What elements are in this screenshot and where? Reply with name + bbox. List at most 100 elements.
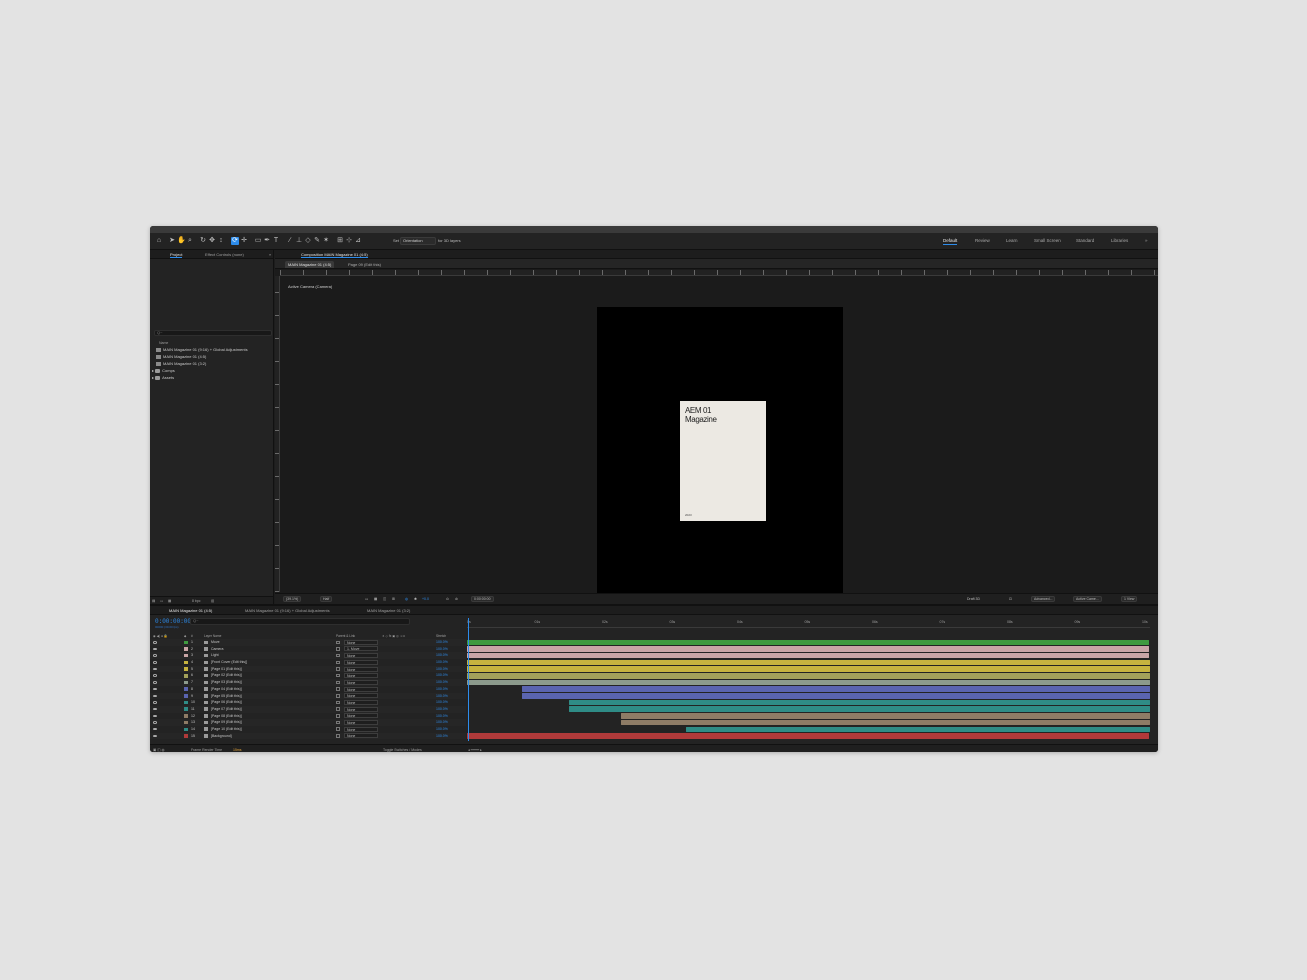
timeline-tab-9x16[interactable]: MAIN Magazine 01 (9:16) + Global Adjustm…: [245, 608, 330, 613]
zoom-slider[interactable]: ◂ ━━━━ ▸: [468, 748, 482, 752]
parent-select[interactable]: None: [344, 659, 378, 665]
roto-tool-icon[interactable]: ✎: [313, 237, 321, 245]
stretch-value[interactable]: 100.0%: [436, 639, 448, 646]
tab-composition[interactable]: Composition MAIN Magazine 01 (4:5): [301, 252, 368, 258]
active-camera-select[interactable]: Active Came...: [1073, 596, 1102, 602]
label-color-swatch[interactable]: [184, 700, 188, 705]
tab-project[interactable]: Project: [170, 252, 183, 258]
visibility-eye-icon[interactable]: [153, 667, 157, 671]
parent-select[interactable]: None: [344, 713, 378, 719]
transparency-grid-icon[interactable]: ▦: [374, 596, 377, 602]
parent-select[interactable]: None: [344, 686, 378, 692]
view-layout-select[interactable]: 1 View: [1121, 596, 1138, 602]
timeline-search-input[interactable]: Q~: [190, 618, 410, 625]
label-color-swatch[interactable]: [184, 707, 188, 711]
label-color-swatch[interactable]: [184, 640, 188, 645]
parent-select[interactable]: None: [344, 653, 378, 659]
stretch-value[interactable]: 100.0%: [436, 726, 448, 733]
layer-duration-bar[interactable]: [620, 713, 1150, 719]
layer-row[interactable]: 1 Move None 100.0%: [150, 639, 466, 646]
rotate-tool-icon[interactable]: ⟳: [231, 237, 239, 245]
layer-row[interactable]: 3 Light None 100.0%: [150, 652, 466, 660]
layer-name[interactable]: [Page 02 (Edit this)]: [211, 672, 242, 679]
shy-switch[interactable]: [336, 707, 340, 711]
home-icon[interactable]: ⌂: [155, 237, 163, 245]
layer-name[interactable]: Move: [211, 639, 220, 646]
visibility-eye-icon[interactable]: [153, 661, 157, 664]
layer-name[interactable]: [Page 03 (Edit this)]: [211, 679, 242, 686]
layer-duration-bar[interactable]: [521, 693, 1150, 699]
eraser-tool-icon[interactable]: ◇: [304, 237, 312, 245]
extended-viewer-icon[interactable]: ⊡: [1009, 596, 1012, 602]
layer-duration-bar[interactable]: [569, 706, 1150, 712]
project-item[interactable]: MAIN Magazine 01 (9:16) + Global Adjustm…: [156, 346, 272, 353]
layer-name[interactable]: [Page 08 (Edit this)]: [211, 713, 242, 720]
visibility-eye-icon[interactable]: [153, 727, 157, 731]
layer-row[interactable]: 11 [Page 07 (Edit this)] None 100.0%: [150, 705, 466, 713]
layer-switches-icon[interactable]: ▣ ◫ ◍: [153, 748, 165, 752]
shy-switch[interactable]: [336, 714, 340, 718]
project-item[interactable]: MAIN Magazine 01 (3:2): [156, 360, 272, 367]
current-time-field[interactable]: 0:00:00:00: [471, 596, 494, 602]
pen-tool-icon[interactable]: ✒: [263, 237, 271, 245]
draft-3d-toggle[interactable]: Draft 3D: [967, 596, 980, 602]
layer-duration-bar[interactable]: [467, 659, 1150, 666]
shy-switch[interactable]: [336, 653, 340, 658]
shy-switch[interactable]: [336, 660, 340, 665]
zoom-select[interactable]: (39.1%): [283, 596, 302, 602]
stretch-header[interactable]: Stretch: [436, 634, 446, 638]
interpret-footage-icon[interactable]: ▤: [152, 599, 155, 603]
visibility-eye-icon[interactable]: [153, 707, 157, 711]
layer-name[interactable]: [Page 09 (Edit this)]: [211, 719, 242, 726]
stretch-value[interactable]: 100.0%: [436, 719, 448, 726]
tab-effect-controls[interactable]: Effect Controls (none): [205, 252, 244, 257]
layer-row[interactable]: 12 [Page 08 (Edit this)] None 100.0%: [150, 713, 466, 720]
layer-row[interactable]: 5 [Page 01 (Edit this)] None 100.0%: [150, 665, 466, 673]
visibility-eye-icon[interactable]: [153, 654, 157, 657]
shy-switch[interactable]: [336, 640, 340, 644]
layer-row[interactable]: 9 [Page 05 (Edit this)] None 100.0%: [150, 692, 466, 700]
new-folder-icon[interactable]: ▭: [160, 599, 163, 603]
parent-select[interactable]: 1. Move: [344, 646, 378, 652]
layer-duration-bar[interactable]: [521, 686, 1150, 692]
layer-duration-bar[interactable]: [685, 726, 1150, 733]
label-color-swatch[interactable]: [184, 727, 188, 732]
parent-select[interactable]: None: [344, 733, 378, 739]
shy-switch[interactable]: [336, 720, 340, 725]
label-color-swatch[interactable]: [184, 674, 188, 678]
layer-row[interactable]: 7 [Page 03 (Edit this)] None 100.0%: [150, 679, 466, 686]
magazine-mockup[interactable]: AEM 01 Magazine 2023: [680, 401, 766, 521]
shy-switch[interactable]: [336, 700, 340, 705]
layer-name[interactable]: [Page 07 (Edit this)]: [211, 706, 242, 713]
shy-switch[interactable]: [336, 694, 340, 698]
hand-tool-icon[interactable]: ✋: [177, 237, 186, 245]
project-search-input[interactable]: Q~: [154, 330, 272, 336]
stretch-value[interactable]: 100.0%: [436, 693, 448, 700]
label-color-swatch[interactable]: [184, 680, 188, 685]
snapshot-icon[interactable]: ⊙: [446, 596, 449, 602]
shy-switch[interactable]: [336, 647, 340, 651]
anchor-tool-icon[interactable]: ✛: [240, 237, 248, 245]
show-snapshot-icon[interactable]: ⊘: [455, 596, 458, 602]
parent-select[interactable]: None: [344, 639, 378, 645]
world-axis-icon[interactable]: ⊹: [345, 237, 353, 245]
subtab-main-magazine[interactable]: MAIN Magazine 01 (4:5): [285, 261, 335, 268]
exposure-icon[interactable]: ✱: [414, 596, 417, 602]
label-color-swatch[interactable]: [184, 694, 188, 698]
stretch-value[interactable]: 100.0%: [436, 672, 448, 679]
timeline-tab-3x2[interactable]: MAIN Magazine 01 (3:2): [367, 608, 410, 613]
view-axis-icon[interactable]: ⊿: [354, 237, 362, 245]
layer-duration-bar[interactable]: [569, 699, 1150, 706]
delete-icon[interactable]: ▥: [211, 599, 214, 603]
shy-switch[interactable]: [336, 667, 340, 671]
layer-name[interactable]: [Front Cover (Edit this)]: [211, 659, 247, 666]
shy-switch[interactable]: [336, 734, 340, 738]
resolution-select[interactable]: Half: [320, 596, 333, 602]
stretch-value[interactable]: 100.0%: [436, 706, 448, 713]
label-color-swatch[interactable]: [184, 720, 188, 725]
timeline-timecode[interactable]: 0:00:00:00: [155, 618, 191, 625]
color-management-icon[interactable]: ◍: [405, 596, 408, 602]
layer-row[interactable]: 15 [Background] None 100.0%: [150, 732, 466, 740]
selection-tool-icon[interactable]: ➤: [168, 237, 176, 245]
orientation-select[interactable]: Orientation: [400, 237, 436, 245]
